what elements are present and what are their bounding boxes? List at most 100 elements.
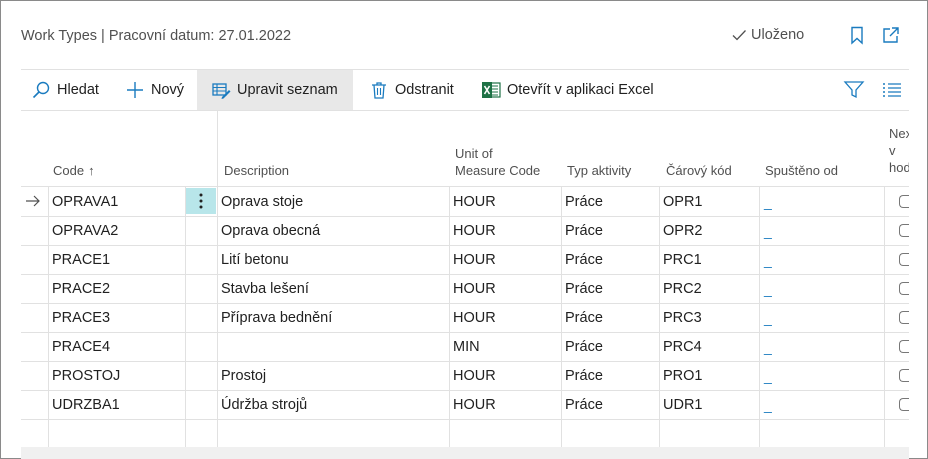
cell-description[interactable]: Stavba lešení bbox=[218, 274, 448, 303]
cell-description[interactable]: Prostoj bbox=[218, 361, 448, 390]
next-checkbox[interactable] bbox=[899, 224, 909, 237]
cell-started-from[interactable]: _ bbox=[760, 274, 883, 303]
cell-code[interactable]: OPRAVA2 bbox=[49, 216, 185, 245]
column-header-code[interactable]: Code ↑ bbox=[53, 111, 183, 187]
started-header-label: Spuštěno od bbox=[765, 163, 839, 178]
table-row[interactable]: UDRZBA1 Údržba strojů HOUR Práce UDR1 _ bbox=[21, 390, 909, 419]
next-header-line2: v bbox=[889, 143, 896, 158]
table-row[interactable]: PRACE3 Příprava bednění HOUR Práce PRC3 _ bbox=[21, 303, 909, 332]
cell-unit-of-measure[interactable]: HOUR bbox=[450, 361, 560, 390]
cell-barcode[interactable]: PRC2 bbox=[660, 274, 758, 303]
cell-unit-of-measure[interactable]: MIN bbox=[450, 332, 560, 361]
cell-activity-type[interactable]: Práce bbox=[562, 187, 658, 216]
open-in-new-window-icon[interactable] bbox=[881, 25, 901, 45]
page-header: Work Types | Pracovní datum: 27.01.2022 … bbox=[1, 1, 927, 69]
cell-description[interactable] bbox=[218, 332, 448, 361]
cell-code[interactable]: PRACE3 bbox=[49, 303, 185, 332]
cell-description[interactable]: Oprava obecná bbox=[218, 216, 448, 245]
vertical-dots-icon bbox=[199, 193, 203, 209]
cell-code[interactable]: PROSTOJ bbox=[49, 361, 185, 390]
edit-list-icon bbox=[212, 83, 231, 99]
cell-activity-type[interactable]: Práce bbox=[562, 274, 658, 303]
next-checkbox[interactable] bbox=[899, 311, 909, 324]
delete-button[interactable]: Odstranit bbox=[361, 70, 462, 110]
cell-activity-type[interactable]: Práce bbox=[562, 361, 658, 390]
open-excel-button[interactable]: Otevřít v aplikaci Excel bbox=[473, 70, 662, 110]
code-header-label: Code bbox=[53, 163, 85, 178]
cell-code[interactable]: PRACE1 bbox=[49, 245, 185, 274]
column-header-next[interactable]: Nex v hod bbox=[889, 111, 909, 187]
cell-code[interactable]: UDRZBA1 bbox=[49, 390, 185, 419]
description-header-label: Description bbox=[224, 163, 290, 178]
cell-activity-type[interactable]: Práce bbox=[562, 216, 658, 245]
table-row[interactable]: PROSTOJ Prostoj HOUR Práce PRO1 _ bbox=[21, 361, 909, 390]
row-menu-button[interactable] bbox=[186, 188, 216, 214]
column-header-unit-of-measure[interactable]: Unit of Measure Code bbox=[455, 111, 565, 187]
edit-list-button[interactable]: Upravit seznam bbox=[197, 70, 353, 110]
empty-row[interactable] bbox=[21, 419, 909, 447]
cell-description[interactable]: Údržba strojů bbox=[218, 390, 448, 419]
column-header-activity-type[interactable]: Typ aktivity bbox=[567, 111, 662, 187]
next-checkbox[interactable] bbox=[899, 195, 909, 208]
next-checkbox[interactable] bbox=[899, 369, 909, 382]
cell-unit-of-measure[interactable]: HOUR bbox=[450, 216, 560, 245]
next-checkbox[interactable] bbox=[899, 398, 909, 411]
open-excel-label: Otevřít v aplikaci Excel bbox=[507, 82, 654, 98]
list-view-icon[interactable] bbox=[881, 80, 903, 100]
cell-barcode[interactable]: OPR2 bbox=[660, 216, 758, 245]
new-label: Nový bbox=[151, 82, 185, 98]
cell-unit-of-measure[interactable]: HOUR bbox=[450, 274, 560, 303]
table-row[interactable]: PRACE4 MIN Práce PRC4 _ bbox=[21, 332, 909, 361]
saved-label: Uloženo bbox=[751, 27, 805, 43]
bookmark-icon[interactable] bbox=[847, 25, 867, 45]
cell-started-from[interactable]: _ bbox=[760, 187, 883, 216]
cell-barcode[interactable]: PRC4 bbox=[660, 332, 758, 361]
cell-activity-type[interactable]: Práce bbox=[562, 390, 658, 419]
cell-barcode[interactable]: PRC1 bbox=[660, 245, 758, 274]
cell-code[interactable]: OPRAVA1 bbox=[49, 187, 185, 216]
uom-header-line2: Measure Code bbox=[455, 163, 541, 178]
window-frame: Work Types | Pracovní datum: 27.01.2022 … bbox=[0, 0, 928, 459]
cell-barcode[interactable]: PRO1 bbox=[660, 361, 758, 390]
table-row[interactable]: OPRAVA2 Oprava obecná HOUR Práce OPR2 _ bbox=[21, 216, 909, 245]
excel-icon bbox=[482, 82, 501, 98]
cell-activity-type[interactable]: Práce bbox=[562, 303, 658, 332]
next-header-line1: Nex bbox=[889, 126, 909, 141]
cell-code[interactable]: PRACE4 bbox=[49, 332, 185, 361]
cell-barcode[interactable]: OPR1 bbox=[660, 187, 758, 216]
cell-started-from[interactable]: _ bbox=[760, 390, 883, 419]
cell-unit-of-measure[interactable]: HOUR bbox=[450, 390, 560, 419]
cell-barcode[interactable]: UDR1 bbox=[660, 390, 758, 419]
arrow-right-icon bbox=[26, 195, 40, 207]
column-header-barcode[interactable]: Čárový kód bbox=[666, 111, 761, 187]
column-header-started-from[interactable]: Spuštěno od bbox=[765, 111, 880, 187]
filter-icon[interactable] bbox=[843, 80, 865, 100]
trash-icon bbox=[372, 82, 386, 99]
cell-started-from[interactable]: _ bbox=[760, 361, 883, 390]
checkmark-icon bbox=[732, 30, 746, 41]
cell-started-from[interactable]: _ bbox=[760, 303, 883, 332]
barcode-header-label: Čárový kód bbox=[666, 163, 732, 178]
cell-started-from[interactable]: _ bbox=[760, 216, 883, 245]
cell-started-from[interactable]: _ bbox=[760, 332, 883, 361]
cell-description[interactable]: Oprava stoje bbox=[218, 187, 448, 216]
cell-code[interactable]: PRACE2 bbox=[49, 274, 185, 303]
cell-activity-type[interactable]: Práce bbox=[562, 332, 658, 361]
next-checkbox[interactable] bbox=[899, 282, 909, 295]
next-checkbox[interactable] bbox=[899, 340, 909, 353]
cell-description[interactable]: Lití betonu bbox=[218, 245, 448, 274]
column-header-description[interactable]: Description bbox=[224, 111, 444, 187]
cell-started-from[interactable]: _ bbox=[760, 245, 883, 274]
cell-barcode[interactable]: PRC3 bbox=[660, 303, 758, 332]
cell-unit-of-measure[interactable]: HOUR bbox=[450, 187, 560, 216]
cell-description[interactable]: Příprava bednění bbox=[218, 303, 448, 332]
cell-unit-of-measure[interactable]: HOUR bbox=[450, 303, 560, 332]
table-row[interactable]: PRACE2 Stavba lešení HOUR Práce PRC2 _ bbox=[21, 274, 909, 303]
cell-unit-of-measure[interactable]: HOUR bbox=[450, 245, 560, 274]
new-button[interactable]: Nový bbox=[117, 70, 192, 110]
next-checkbox[interactable] bbox=[899, 253, 909, 266]
search-button[interactable]: Hledat bbox=[23, 70, 107, 110]
cell-activity-type[interactable]: Práce bbox=[562, 245, 658, 274]
table-row[interactable]: PRACE1 Lití betonu HOUR Práce PRC1 _ bbox=[21, 245, 909, 274]
table-row[interactable]: OPRAVA1 Oprava stoje HOUR Práce OPR1 _ bbox=[21, 187, 909, 216]
